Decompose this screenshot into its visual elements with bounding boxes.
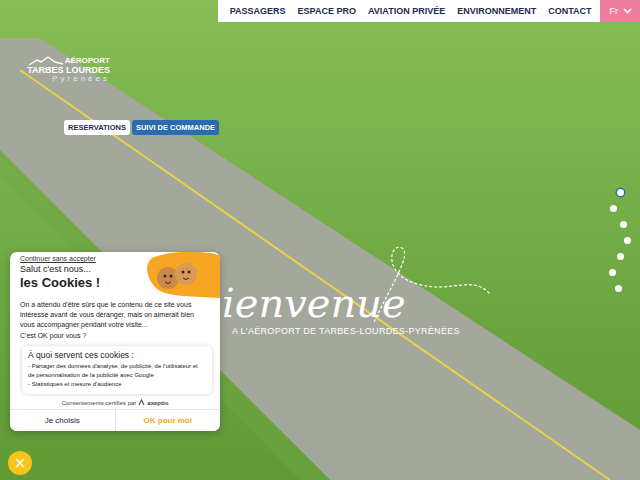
cookies-illustration-icon [146, 252, 220, 298]
hero-button[interactable]: SUIVI DE COMMANDE [132, 120, 219, 135]
continue-without-accepting-link[interactable]: Continuer sans accepter [20, 255, 100, 262]
purpose-item: - Statistiques et mesure d'audience [28, 380, 206, 389]
logo-line: TARBES LOURDES [27, 66, 110, 75]
certified-text: Consentements certifiés par [62, 400, 137, 406]
slide-dot[interactable] [615, 285, 622, 292]
welcome-subtitle: A L'AÉROPORT DE TARBES-LOURDES-PYRÉNÉES [232, 326, 492, 336]
cookie-header-text: Continuer sans accepter Salut c'est nous.… [10, 252, 100, 298]
close-button[interactable]: × [8, 451, 32, 475]
slide-dots [619, 189, 626, 292]
language-label: Fr [610, 6, 619, 16]
hero-button[interactable]: RESERVATIONS [64, 120, 130, 135]
logo-top-row: AÉROPORT [29, 56, 110, 66]
slide-dot[interactable] [624, 237, 631, 244]
slide-dot[interactable] [609, 269, 616, 276]
nav-item[interactable]: ESPACE PRO [298, 6, 356, 16]
cookie-question: C'est OK pour vous ? [20, 331, 210, 341]
cookie-button[interactable]: OK pour moi [116, 410, 221, 431]
axeptio-logo-icon [138, 399, 145, 406]
slide-dot[interactable] [620, 221, 627, 228]
nav-item[interactable]: PASSAGERS [230, 6, 286, 16]
slide-dot[interactable] [610, 205, 617, 212]
cookie-banner: Continuer sans accepter Salut c'est nous.… [10, 252, 220, 431]
purposes-title: À quoi servent ces cookies : [28, 350, 206, 360]
hero-header: AÉROPORTTARBES LOURDESPyrénées RESERVATIO… [0, 22, 640, 135]
nav-item[interactable]: CONTACT [548, 6, 591, 16]
language-selector[interactable]: Fr [600, 0, 640, 22]
welcome-heading: ienvenue [222, 282, 492, 324]
purpose-item: - Partager des données d'analyse, de pub… [28, 362, 206, 380]
welcome-title: ienvenue A L'AÉROPORT DE TARBES-LOURDES-P… [222, 244, 492, 336]
nav-item[interactable]: AVIATION PRIVÉE [368, 6, 445, 16]
nav-item[interactable]: ENVIRONNEMENT [457, 6, 536, 16]
main-nav: PASSAGERS ESPACE PRO AVIATION PRIVÉE ENVIRO… [218, 0, 600, 22]
chevron-down-icon [623, 8, 632, 14]
logo-line: AÉROPORT [65, 57, 110, 65]
cookie-purposes: À quoi servent ces cookies : - Partager d… [22, 346, 212, 394]
cookie-title: les Cookies ! [20, 275, 100, 290]
cookie-message: On a attendu d'être sûrs que le contenu … [20, 300, 210, 329]
top-bar: PASSAGERS ESPACE PRO AVIATION PRIVÉE ENVIRO… [0, 0, 640, 22]
logo-line: Pyrénées [52, 75, 110, 83]
cookie-greeting: Salut c'est nous... [20, 264, 100, 274]
slide-dot[interactable] [617, 253, 624, 260]
loop-decoration-icon [372, 244, 492, 324]
home-page: PASSAGERS ESPACE PRO AVIATION PRIVÉE ENVIRO… [0, 0, 640, 480]
hero-buttons: RESERVATIONSSUIVI DE COMMANDE [64, 120, 640, 135]
mountain-icon [29, 56, 63, 66]
axeptio-brand: axeptio [147, 400, 168, 406]
certified-by: Consentements certifiés par axeptio [10, 394, 220, 409]
cookie-header: Continuer sans accepter Salut c'est nous.… [10, 252, 220, 298]
airport-logo[interactable]: AÉROPORTTARBES LOURDESPyrénées [12, 56, 110, 84]
cookie-buttons: Je choisisOK pour moi [10, 409, 220, 431]
cookie-button[interactable]: Je choisis [10, 410, 116, 431]
slide-dot[interactable] [617, 189, 624, 196]
